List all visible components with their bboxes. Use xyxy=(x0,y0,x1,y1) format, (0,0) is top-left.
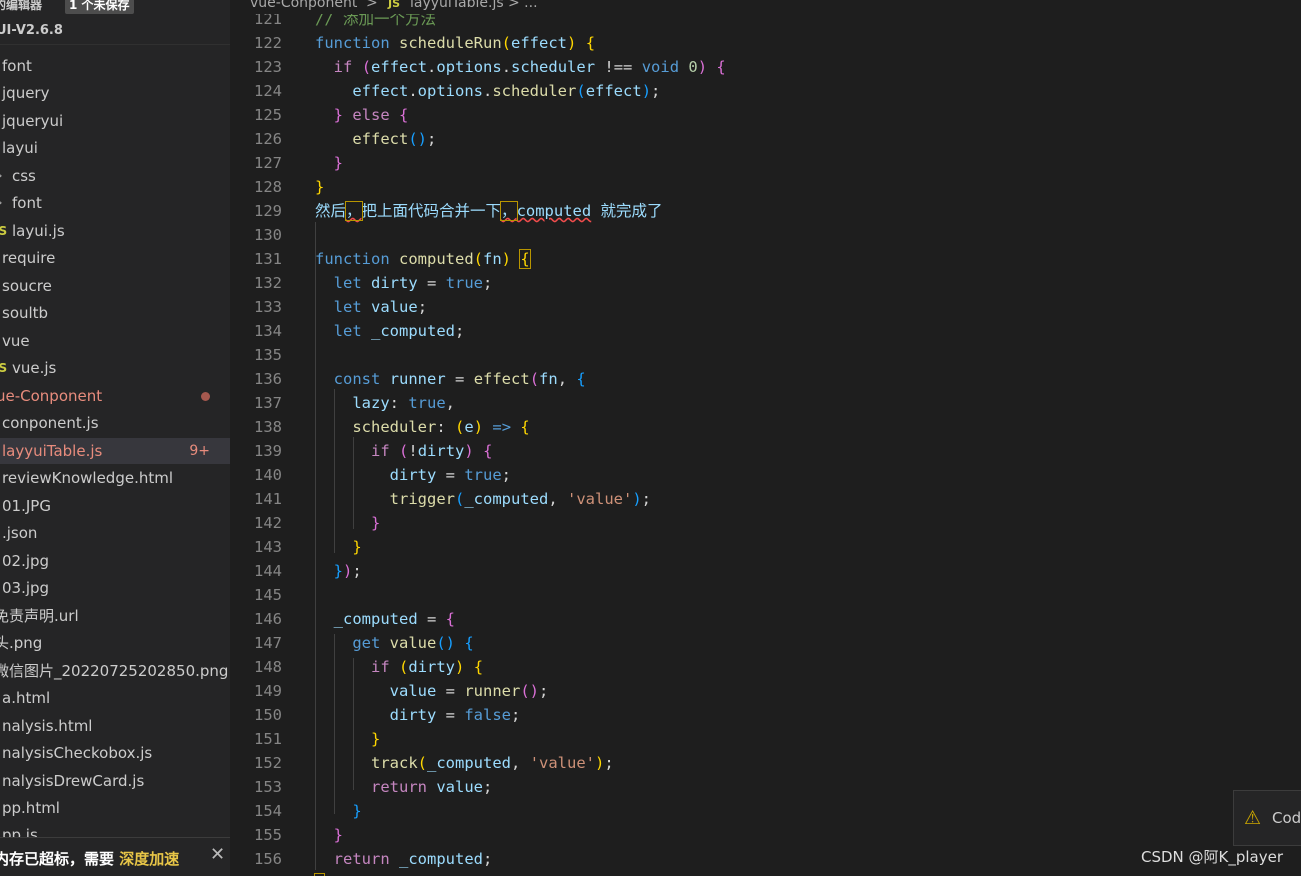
tree-item[interactable]: jquery xyxy=(0,80,230,106)
tree-item[interactable]: 头.png xyxy=(0,630,230,656)
tree-item[interactable]: require xyxy=(0,245,230,271)
code-line: 135 xyxy=(254,346,282,364)
code-line: 141 trigger(_computed, 'value'); xyxy=(254,490,652,508)
js-file-icon: JS xyxy=(0,224,8,238)
code-line: 151 } xyxy=(254,730,381,748)
tree-item[interactable]: nalysisCheckobox.js xyxy=(0,740,230,766)
notification-toast[interactable]: ⚠ Cod xyxy=(1233,790,1301,846)
code-line: 137 lazy: true, xyxy=(254,394,455,412)
breadcrumb-tail: > ... xyxy=(508,0,538,11)
watermark: CSDN @阿K_player xyxy=(1141,848,1284,866)
tree-item[interactable]: soucre xyxy=(0,273,230,299)
code-line: 122 function scheduleRun(effect) { xyxy=(254,34,596,52)
modified-dot-icon xyxy=(201,392,210,401)
tree-item[interactable]: reviewKnowledge.html xyxy=(0,465,230,491)
code-line: 136 const runner = effect(fn, { xyxy=(254,370,586,388)
code-line: 142 } xyxy=(254,514,381,532)
tree-item[interactable]: font xyxy=(0,53,230,79)
code-line: 153 return value; xyxy=(254,778,493,796)
js-file-icon: JS xyxy=(0,361,8,375)
code-line: 121// 添加一个方法 xyxy=(254,14,436,28)
code-line: 140 dirty = true; xyxy=(254,466,511,484)
folder-header[interactable]: UI-V2.6.8 xyxy=(0,18,230,45)
tree-item[interactable]: pp.html xyxy=(0,795,230,821)
tree-item[interactable]: nalysis.html xyxy=(0,713,230,739)
code-line: 133 let value; xyxy=(254,298,428,316)
warning-icon: ⚠ xyxy=(1244,807,1262,829)
chevron-right-icon: › xyxy=(0,163,2,189)
tree-item[interactable]: jqueryui xyxy=(0,108,230,134)
code-line: 127 } xyxy=(254,154,344,172)
tree-item[interactable]: .json xyxy=(0,520,230,546)
unsaved-badge: 1 个未保存 xyxy=(65,0,134,14)
breadcrumb-file[interactable]: layyuiTable.js xyxy=(410,0,504,10)
open-editors-header[interactable]: 的编辑器 1 个未保存 xyxy=(0,0,230,14)
code-line: 134 let _computed; xyxy=(254,322,465,340)
code-line: 125 } else { xyxy=(254,106,409,124)
code-line: 143 } xyxy=(254,538,362,556)
memory-notification: 内存已超标，需要 深度加速 ✕ xyxy=(0,837,230,876)
close-icon[interactable]: ✕ xyxy=(210,834,225,876)
tree-item[interactable]: vue xyxy=(0,328,230,354)
tree-item-selected[interactable]: layyuiTable.js 9+ xyxy=(0,438,230,464)
chevron-right-icon: › xyxy=(0,190,2,216)
accelerate-link[interactable]: 深度加速 xyxy=(119,850,179,868)
code-line: 157} xyxy=(230,871,1301,876)
folder-name: UI-V2.6.8 xyxy=(0,23,63,38)
tree-item[interactable]: ›css xyxy=(0,163,230,189)
code-line: 149 value = runner(); xyxy=(254,682,549,700)
code-line: 131 function computed(fn) { xyxy=(254,249,531,269)
code-line: 145 xyxy=(254,586,282,604)
code-line: 150 dirty = false; xyxy=(254,706,521,724)
toast-text: Cod xyxy=(1272,809,1301,827)
breadcrumb-separator: > xyxy=(366,0,378,11)
tree-item[interactable]: a.html xyxy=(0,685,230,711)
code-line: 124 effect.options.scheduler(effect); xyxy=(254,82,661,100)
js-file-icon: JS xyxy=(388,0,401,10)
code-line: 152 track(_computed, 'value'); xyxy=(254,754,614,772)
open-editors-title: 的编辑器 xyxy=(0,0,43,12)
breadcrumb: vue-Conponent > JS layyuiTable.js > ... xyxy=(230,0,1301,14)
code-line: 155 } xyxy=(254,826,344,844)
tree-item[interactable]: 01.JPG xyxy=(0,493,230,519)
code-line: 138 scheduler: (e) => { xyxy=(254,418,530,436)
code-line: 147 get value() { xyxy=(254,634,474,652)
tree-item-folder-modified[interactable]: ue-Conponent xyxy=(0,383,230,409)
notification-message: 内存已超标，需要 xyxy=(0,850,115,868)
tree-item[interactable]: 微信图片_20220725202850.png xyxy=(0,658,230,684)
code-editor[interactable]: 121// 添加一个方法 122 function scheduleRun(eff… xyxy=(230,14,1301,876)
tree-item[interactable]: 03.jpg xyxy=(0,575,230,601)
tree-item[interactable]: ›font xyxy=(0,190,230,216)
code-line: 132 let dirty = true; xyxy=(254,274,493,292)
tree-item[interactable]: nalysisDrewCard.js xyxy=(0,768,230,794)
code-line: 154 } xyxy=(254,802,362,820)
tree-item[interactable]: 02.jpg xyxy=(0,548,230,574)
tree-item[interactable]: conponent.js xyxy=(0,410,230,436)
problem-count-badge: 9+ xyxy=(189,443,210,459)
code-line: 128} xyxy=(254,178,325,196)
tree-item[interactable]: soultb xyxy=(0,300,230,326)
code-line: 144 }); xyxy=(254,562,362,580)
tree-item[interactable]: JSvue.js xyxy=(0,355,230,381)
code-line: 126 effect(); xyxy=(254,130,437,148)
code-line: 139 if (!dirty) { xyxy=(254,442,493,460)
breadcrumb-folder[interactable]: vue-Conponent xyxy=(250,0,357,10)
code-line: 148 if (dirty) { xyxy=(254,658,484,676)
code-line: 129 然后，把上面代码合并一下，computed 就完成了 xyxy=(254,201,663,221)
tree-item[interactable]: layui xyxy=(0,135,230,161)
code-line: 130 xyxy=(254,226,282,244)
code-line: 123 if (effect.options.scheduler !== voi… xyxy=(254,58,726,76)
explorer-sidebar: 的编辑器 1 个未保存 UI-V2.6.8 font jquery jquery… xyxy=(0,0,230,876)
tree-item[interactable]: JSlayui.js xyxy=(0,218,230,244)
code-line: 146 _computed = { xyxy=(254,610,456,628)
tree-item[interactable]: 免责声明.url xyxy=(0,603,230,629)
